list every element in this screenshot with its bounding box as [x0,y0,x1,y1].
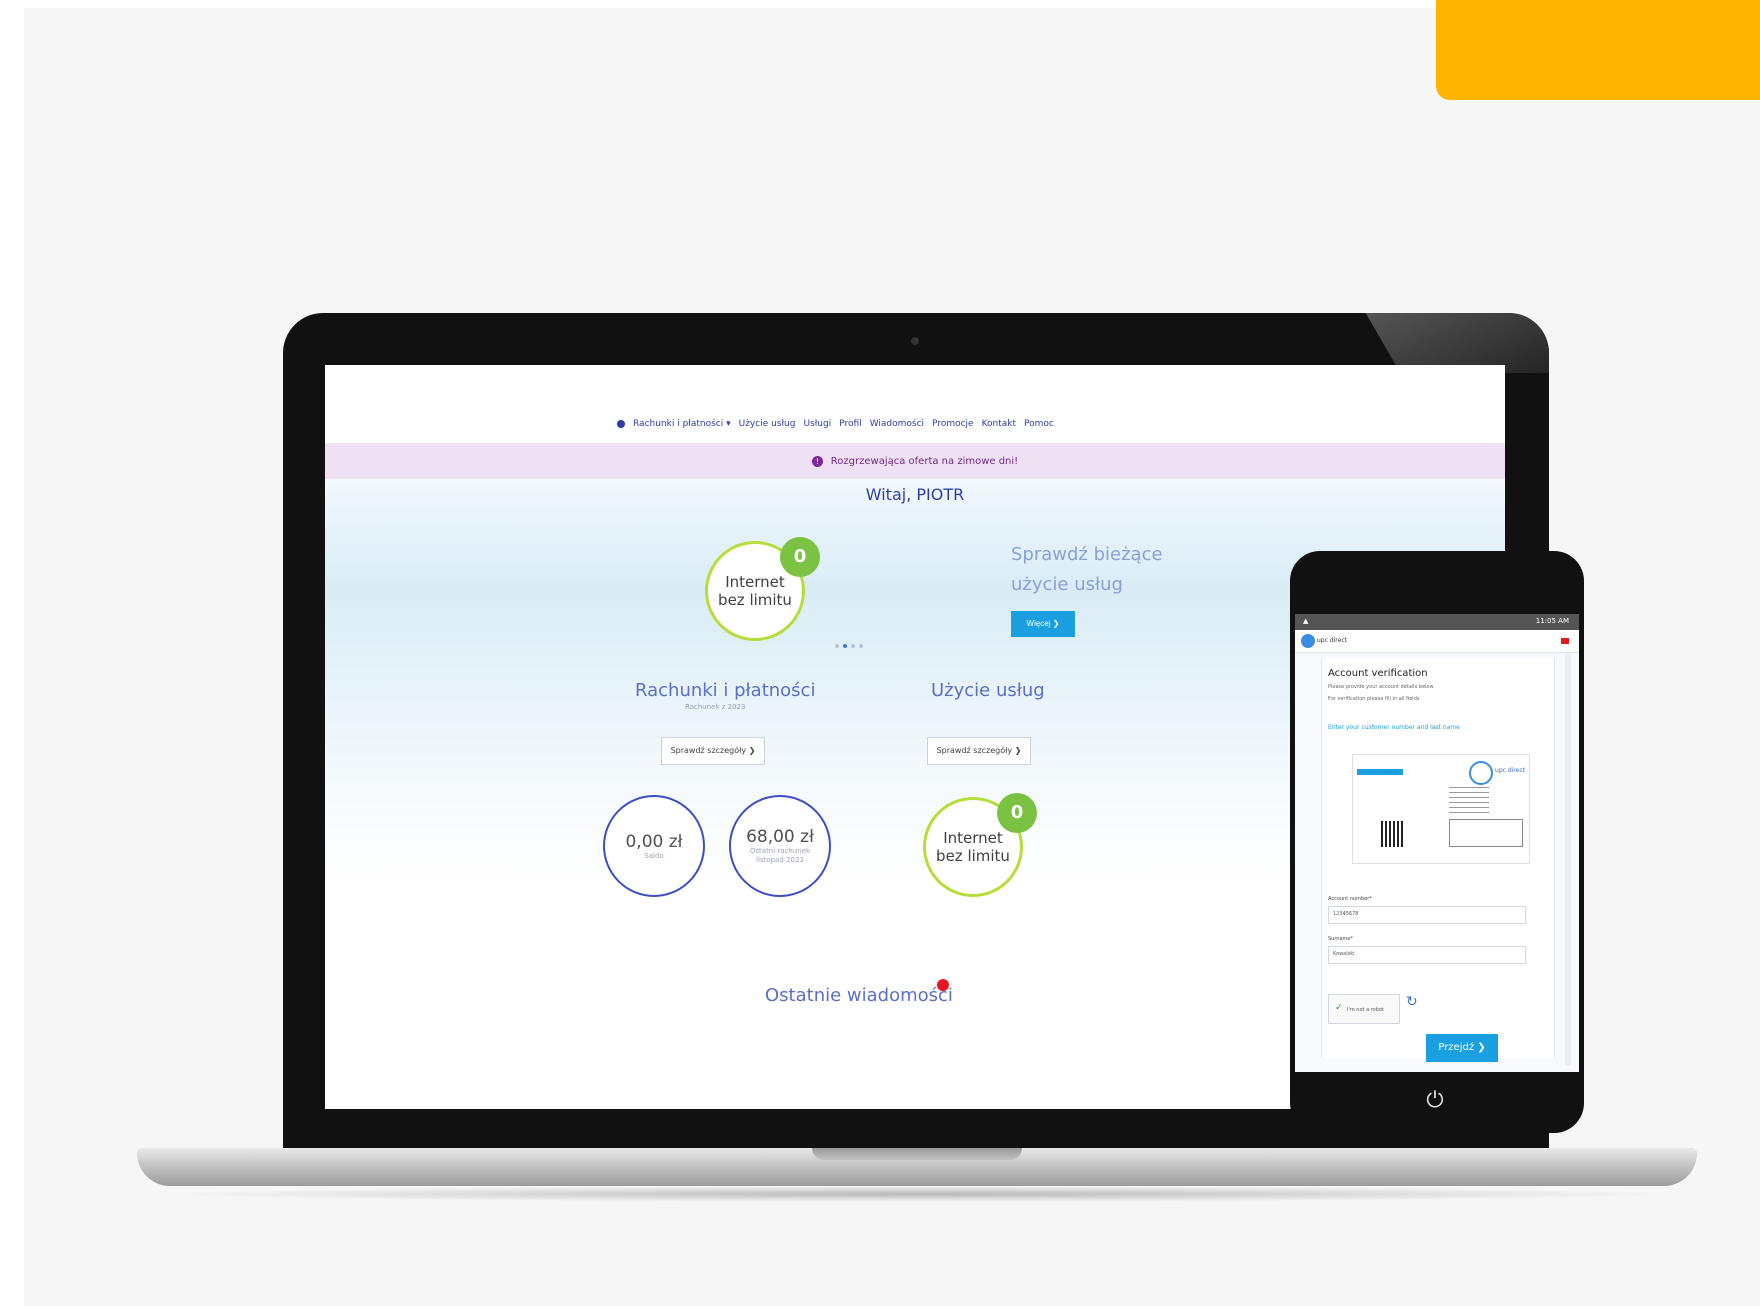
doc-highlight [1357,769,1403,775]
captcha-checkbox[interactable]: ✓ I'm not a robot [1328,994,1400,1024]
card-line-1: Please provide your account details belo… [1328,684,1434,690]
camera-icon [911,337,919,345]
nav-item-messages[interactable]: Wiadomości [870,419,924,429]
nav-item-services[interactable]: Usługi [803,419,831,429]
card-title: Account verification [1328,668,1428,679]
status-time: 11:05 AM [1535,617,1569,625]
carousel-dots [835,644,863,648]
recaptcha-icon: ↻ [1406,994,1418,1010]
billing-subtitle: Rachunek z 2023 [685,703,746,711]
phone-screen: ▲ 11:05 AM upc direct Account verificati… [1295,614,1579,1072]
doc-logo-icon [1469,761,1493,785]
drop-icon: 0 [997,793,1037,833]
balance-circle: 0,00 zł Saldo [603,795,705,897]
carousel-dot[interactable] [851,644,855,648]
doc-text-lines [1449,787,1489,817]
invoice-sub-2: listopad 2023 [756,856,804,864]
signal-icon: ▲ [1303,617,1309,625]
status-bar: ▲ 11:05 AM [1295,614,1579,630]
balance-sub: Saldo [644,851,664,860]
qr-code-icon [1381,821,1405,847]
invoice-circle: 68,00 zł Ostatni rachunek listopad 2023 [729,795,831,897]
hero-circle-text-2: bez limitu [718,591,792,609]
hero-circle-text-1: Internet [725,573,785,591]
scrollbar[interactable] [1565,654,1571,1066]
doc-logo-text: upc direct [1495,767,1525,774]
power-icon[interactable]: ⏻ [1420,1086,1450,1116]
brand-dot-icon [617,420,625,428]
instruction-link[interactable]: Enter your customer number and last name [1328,724,1460,731]
laptop-shadow [160,1186,1680,1202]
verification-card: Account verification Please provide your… [1321,658,1555,1062]
card-line-2: For verification please fill in all fiel… [1328,696,1420,702]
document-preview: upc direct [1352,754,1530,864]
notification-badge [937,979,949,991]
nav-item-profile[interactable]: Profil [839,419,861,429]
surname-field[interactable]: Kowalski [1328,946,1526,964]
next-button[interactable]: Przejdź ❯ [1426,1034,1498,1062]
captcha-text: I'm not a robot [1347,1007,1384,1013]
check-icon: ✓ [1335,1003,1343,1013]
billing-details-button[interactable]: Sprawdź szczegóły ❯ [661,737,765,765]
account-number-label: Account number* [1328,896,1372,902]
nav-row: Rachunki i płatności ▾ Użycie usług Usłu… [617,419,1054,429]
invoice-amount: 68,00 zł [746,827,814,847]
hero-title-line-2: użycie usług [1011,574,1123,595]
carousel-dot-active[interactable] [843,644,847,648]
app-name: upc direct [1317,637,1347,644]
nav-item-usage[interactable]: Użycie usług [739,419,796,429]
surname-value: Kowalski [1333,951,1355,957]
usage-details-button[interactable]: Sprawdź szczegóły ❯ [927,737,1031,765]
usage-title: Użycie usług [931,680,1045,701]
usage-circle-text-1: Internet [943,829,1003,847]
nav-item-bills[interactable]: Rachunki i płatności ▾ [633,419,731,429]
account-number-value: 12345678 [1333,911,1359,917]
app-logo-icon [1301,634,1315,648]
promo-banner[interactable]: ! Rozgrzewająca oferta na zimowe dni! [325,443,1505,479]
messages-title[interactable]: Ostatnie wiadomości [765,985,953,1006]
usage-circle-text-2: bez limitu [936,847,1010,865]
hero-title-line-1: Sprawdź bieżące [1011,544,1163,565]
lid-glare [1365,313,1549,373]
account-number-field[interactable]: 12345678 [1328,906,1526,924]
carousel-dot[interactable] [859,644,863,648]
drop-icon: 0 [780,537,820,577]
nav-item-contact[interactable]: Kontakt [982,419,1016,429]
promo-text: Rozgrzewająca oferta na zimowe dni! [830,455,1019,467]
laptop-notch [812,1148,1022,1160]
corner-accent [1436,0,1760,100]
invoice-sub-1: Ostatni rachunek [749,847,811,855]
hero-title: Sprawdź bieżące użycie usług [1011,540,1211,600]
billing-title: Rachunki i płatności [635,680,816,701]
laptop-base [137,1148,1697,1186]
top-navigation: Rachunki i płatności ▾ Użycie usług Usłu… [325,365,1505,444]
doc-box [1449,819,1523,847]
carousel-dot[interactable] [835,644,839,648]
nav-item-help[interactable]: Pomoc [1024,419,1054,429]
app-header: upc direct [1295,630,1579,653]
language-flag-icon[interactable] [1561,638,1569,644]
balance-amount: 0,00 zł [625,831,683,852]
more-button[interactable]: Więcej ❯ [1011,611,1075,637]
surname-label: Surname* [1328,936,1353,942]
nav-item-promotions[interactable]: Promocje [932,419,974,429]
greeting-heading: Witaj, PIOTR [865,485,965,504]
info-icon: ! [811,455,823,467]
